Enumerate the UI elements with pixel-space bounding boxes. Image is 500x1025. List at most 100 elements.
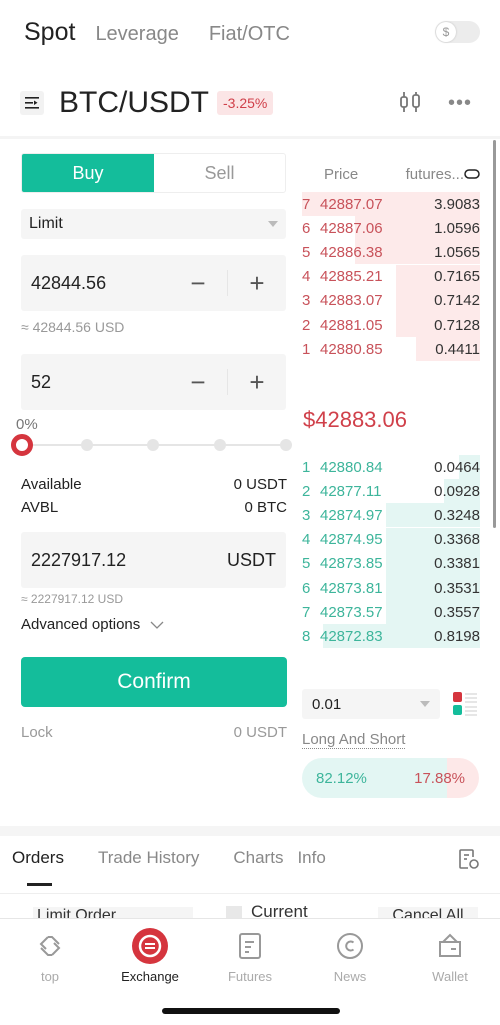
price-decrease-button[interactable]: − [169, 255, 227, 311]
sell-tab[interactable]: Sell [154, 154, 285, 192]
advanced-options-label: Advanced options [21, 616, 141, 633]
available-row: Available 0 USDT [21, 476, 287, 493]
avbl-row: AVBL 0 BTC [21, 499, 287, 516]
bid-row[interactable]: 5 42873.85 0.3381 [302, 551, 480, 576]
dropdown-arrow-icon [420, 701, 430, 707]
order-quantity: 0.3381 [434, 555, 480, 573]
price-usd-estimate: ≈ 42844.56 USD [21, 319, 125, 335]
ask-row[interactable]: 4 42885.21 0.7165 [302, 264, 480, 289]
tab-leverage[interactable]: Leverage [95, 23, 178, 46]
amount-value[interactable]: 52 [31, 372, 169, 393]
order-type-select[interactable]: Limit [21, 209, 286, 239]
level-index: 1 [302, 458, 311, 476]
more-options-icon[interactable]: ••• [448, 92, 472, 115]
price-change-badge: -3.25% [217, 91, 274, 115]
level-index: 1 [302, 340, 311, 358]
tab-spot[interactable]: Spot [24, 18, 75, 47]
order-price: 42885.21 [320, 268, 383, 286]
level-index: 8 [302, 627, 311, 645]
pair-name[interactable]: BTC/USDT [59, 86, 209, 120]
bid-row[interactable]: 4 42874.95 0.3368 [302, 527, 480, 552]
slider-stop-100[interactable] [280, 439, 292, 451]
slider-stop-50[interactable] [147, 439, 159, 451]
amount-increase-button[interactable]: + [228, 354, 286, 410]
wallet-icon [400, 929, 500, 963]
currency-toggle[interactable]: $ [435, 21, 480, 43]
ask-row[interactable]: 1 42880.85 0.4411 [302, 337, 480, 362]
pair-menu-icon[interactable] [20, 91, 44, 115]
qty-column-header[interactable]: futures... [406, 166, 480, 183]
order-quantity: 0.4411 [435, 340, 480, 358]
nav-futures[interactable]: Futures [200, 929, 300, 984]
ask-row[interactable]: 3 42883.07 0.7142 [302, 288, 480, 313]
level-index: 4 [302, 268, 311, 286]
bid-row[interactable]: 2 42877.11 0.0928 [302, 479, 480, 504]
price-increase-button[interactable]: + [228, 255, 286, 311]
amount-input[interactable]: 52 − + [21, 354, 286, 410]
total-value[interactable]: 2227917.12 [31, 550, 126, 571]
candlestick-chart-icon[interactable] [398, 90, 422, 119]
ask-row[interactable]: 7 42887.07 3.9083 [302, 192, 480, 216]
price-input[interactable]: 42844.56 − + [21, 255, 286, 311]
bid-row[interactable]: 3 42874.97 0.3248 [302, 503, 480, 528]
order-history-icon[interactable] [458, 848, 480, 875]
order-price: 42880.85 [320, 340, 383, 358]
tab-charts[interactable]: Charts [233, 848, 283, 868]
bid-row[interactable]: 1 42880.84 0.0464 [302, 455, 480, 479]
amount-decrease-button[interactable]: − [169, 354, 227, 410]
bid-row[interactable]: 8 42872.83 0.8198 [302, 624, 480, 649]
buy-tab[interactable]: Buy [22, 154, 154, 192]
orderbook-header: Price futures... [302, 166, 480, 183]
nav-top[interactable]: top [0, 929, 100, 984]
total-usd-estimate: ≈ 2227917.12 USD [21, 592, 123, 606]
tab-fiat-otc[interactable]: Fiat/OTC [209, 23, 290, 46]
lock-row: Lock 0 USDT [21, 724, 287, 741]
precision-select[interactable]: 0.01 [302, 689, 440, 719]
divider [0, 136, 500, 139]
nav-exchange[interactable]: Exchange [100, 928, 200, 984]
order-price: 42887.06 [320, 219, 383, 237]
ask-row[interactable]: 6 42887.06 1.0596 [302, 216, 480, 241]
slider-stop-25[interactable] [81, 439, 93, 451]
slider-stop-75[interactable] [214, 439, 226, 451]
nav-wallet[interactable]: Wallet [400, 929, 500, 984]
price-value[interactable]: 42844.56 [31, 273, 169, 294]
order-price: 42872.83 [320, 627, 383, 645]
scrollbar[interactable] [493, 140, 496, 528]
depth-view-icon[interactable] [452, 691, 478, 722]
total-input[interactable]: 2227917.12 USDT [21, 532, 286, 588]
lock-label: Lock [21, 724, 53, 741]
tab-orders[interactable]: Orders [12, 848, 64, 868]
level-index: 4 [302, 531, 311, 549]
tab-info[interactable]: Info [297, 848, 325, 868]
nav-news[interactable]: News [300, 929, 400, 984]
amount-percent-slider[interactable] [11, 434, 292, 456]
news-icon [300, 929, 400, 963]
nav-label: Wallet [432, 969, 468, 984]
order-price: 42880.84 [320, 458, 383, 476]
market-type-tabs: Spot Leverage Fiat/OTC [24, 18, 320, 47]
exchange-icon [100, 928, 200, 964]
order-price: 42887.07 [320, 195, 383, 213]
slider-handle[interactable] [11, 434, 33, 456]
advanced-options-toggle[interactable]: Advanced options [21, 616, 164, 633]
orders-tabs: Orders Trade History Charts Info [12, 848, 360, 868]
last-price: $42883.06 [303, 407, 407, 432]
price-column-header: Price [324, 166, 359, 183]
bid-row[interactable]: 6 42873.81 0.3531 [302, 576, 480, 600]
qty-unit-label: futures... [405, 166, 464, 183]
level-index: 3 [302, 292, 311, 310]
confirm-button[interactable]: Confirm [21, 657, 287, 707]
tab-trade-history[interactable]: Trade History [98, 848, 199, 868]
level-index: 5 [302, 555, 311, 573]
order-quantity: 0.3248 [434, 506, 480, 524]
ask-row[interactable]: 5 42886.38 1.0565 [302, 240, 480, 265]
level-index: 2 [302, 482, 311, 500]
order-price: 42873.85 [320, 555, 383, 573]
available-value: 0 USDT [233, 476, 287, 493]
bid-row[interactable]: 7 42873.57 0.3557 [302, 600, 480, 625]
precision-value: 0.01 [312, 695, 342, 713]
ask-row[interactable]: 2 42881.05 0.7128 [302, 313, 480, 337]
long-short-label[interactable]: Long And Short [302, 731, 406, 749]
avbl-label: AVBL [21, 499, 59, 516]
